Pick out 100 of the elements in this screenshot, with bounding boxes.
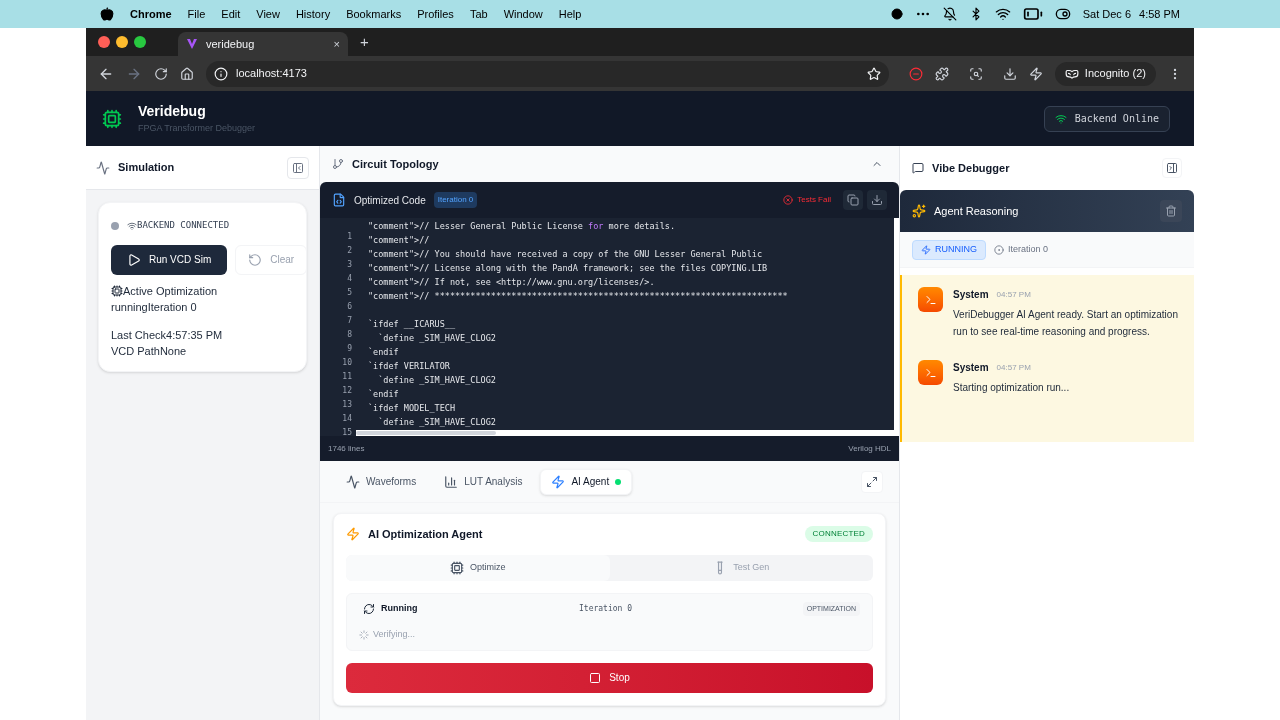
line-number: 6 [347,301,352,313]
expand-button[interactable] [861,470,883,493]
tests-status: Tests Fail [797,194,831,206]
bookmark-star-icon[interactable] [866,66,881,81]
panel-title: Simulation [118,160,175,176]
code-line: "comment">// ********************************************************************* [368,290,788,303]
menu-item[interactable]: File [187,5,206,23]
view-tab[interactable]: Waveforms [336,468,427,495]
menu-item[interactable]: Help [558,5,582,23]
download-icon[interactable] [1002,66,1017,81]
stop-button[interactable]: Stop [346,662,873,693]
menu-item[interactable]: Profiles [417,5,454,23]
collapse-panel-button[interactable] [287,156,309,179]
blocked-icon[interactable] [908,66,923,81]
line-number: 3 [347,259,352,271]
home-icon[interactable] [180,66,194,81]
mode-tab[interactable]: Optimize [346,554,610,581]
download-icon [871,194,883,206]
sparkles-icon [912,204,926,218]
bolt-icon [346,527,360,542]
tab-title: veridebug [206,36,255,52]
pulse-icon [96,160,110,175]
copy-button[interactable] [843,190,863,210]
performance-icon[interactable] [1028,66,1043,81]
menu-item[interactable]: Window [503,5,543,23]
lens-icon[interactable] [968,66,983,81]
sidebar-collapse-icon [1166,162,1178,174]
iteration-icon [994,244,1004,255]
line-number: 2 [347,245,352,257]
wifi-icon[interactable] [994,6,1011,22]
backend-status-badge: Backend Online [1043,105,1170,132]
reload-icon[interactable] [154,66,168,81]
line-number: 5 [347,287,352,299]
address-bar[interactable]: localhost:4173 [206,60,889,87]
run-button[interactable]: Run VCD Sim [111,244,228,275]
code-line: `ifdef VERILATOR [368,360,450,373]
control-center-icon[interactable] [1054,6,1071,22]
line-number: 11 [342,371,352,383]
mute-icon[interactable] [942,7,957,21]
code-line: `endif [368,346,399,359]
agent-title: AI Optimization Agent [368,527,483,542]
iteration-text: Iteration 0 [579,602,632,615]
line-number: 14 [342,413,352,425]
prompt-glyph [924,293,937,306]
pulse-icon [346,474,360,489]
download-button[interactable] [867,190,887,210]
sidebar-collapse-icon [292,161,304,174]
refresh-icon [363,602,375,615]
collapse-panel-button[interactable] [1162,158,1182,178]
tab-close-button[interactable]: × [333,35,340,53]
branch-icon [332,158,344,170]
menu-app-name[interactable]: Chrome [130,5,172,23]
iteration-badge: Iteration 0 [433,192,478,208]
apple-icon[interactable] [100,7,114,21]
reasoning-title: Agent Reasoning [934,203,1019,219]
code-line: "comment">// You should have received a copy of the GNU Lesser General Public [368,248,763,261]
line-number: 13 [342,399,352,411]
extensions-icon[interactable] [934,66,949,81]
menu-item[interactable]: View [256,5,280,23]
view-tab[interactable]: LUT Analysis [434,468,533,495]
code-line: "comment">// [368,234,430,247]
logo-icon [186,38,198,50]
code-line: `define _SIM_HAVE_CLOG2 [377,416,496,429]
message-text: Starting optimization run... [953,381,1070,395]
run-status: Running [381,602,418,615]
reset-icon [248,252,263,267]
line-number: 12 [342,385,352,397]
wifi-icon [1054,112,1067,125]
expand-icon [866,475,878,488]
incognito-button[interactable]: Incognito (2) [1054,61,1156,86]
line-number: 9 [347,343,352,355]
code-line: `define _SIM_HAVE_CLOG2 [377,332,496,345]
line-number: 15 [342,427,352,439]
stat-text: Active Optimization [123,283,218,299]
menu-item[interactable]: History [295,5,331,23]
view-tab[interactable]: AI Agent [540,468,633,495]
menu-date[interactable]: Sat Dec 6 [1082,5,1132,23]
panel-title: Vibe Debugger [932,160,1010,176]
prompt-glyph [924,366,937,379]
stat-text: VCD PathNone [111,343,187,359]
message-sender: System [953,361,989,375]
menu-item[interactable]: Bookmarks [346,5,402,23]
code-line: `ifdef __ICARUS__ [368,318,455,331]
menu-time[interactable]: 4:58 PM [1139,5,1180,23]
stat-text: Last Check4:57:35 PM [111,327,223,343]
menu-item[interactable]: Tab [469,5,488,23]
record-icon[interactable] [890,8,903,20]
fail-icon [783,195,794,205]
progress-text: Verifying... [373,628,416,641]
stat-text: runningIteration 0 [111,299,197,315]
bar-chart-icon [444,474,459,489]
menu-item[interactable]: Edit [221,5,241,23]
clear-log-button[interactable] [1160,200,1182,222]
browser-tab[interactable]: veridebug × [178,32,348,56]
file-code-icon [332,193,346,207]
code-line: "comment">// License along with the PandA framework; see the files COPYING.LIB [368,262,768,275]
new-tab-button[interactable]: + [360,30,369,54]
message-sender: System [953,288,989,302]
chat-icon [912,162,924,174]
code-line: `ifdef MODEL_TECH [368,402,455,415]
